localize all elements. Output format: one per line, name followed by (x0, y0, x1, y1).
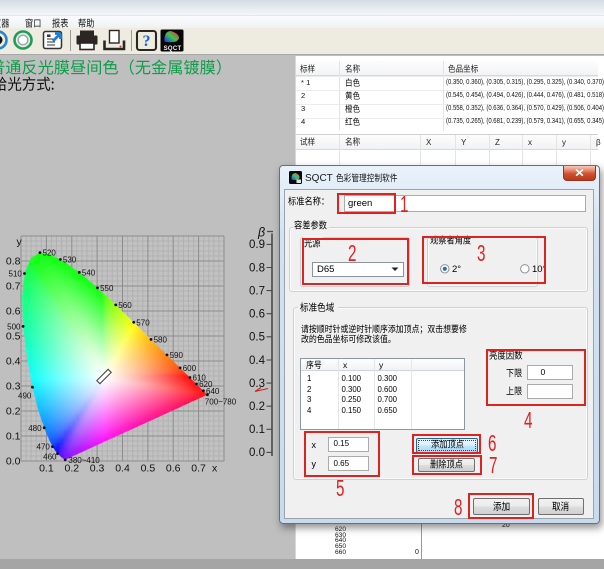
svg-text:580: 580 (154, 335, 168, 344)
svg-text:600: 600 (183, 364, 197, 373)
svg-text:0.3: 0.3 (90, 463, 105, 475)
svg-text:0.6: 0.6 (6, 306, 21, 318)
svg-text:0.8: 0.8 (6, 256, 21, 268)
svg-text:0.1: 0.1 (6, 431, 21, 443)
svg-text:640: 640 (206, 387, 220, 396)
svg-text:0.2: 0.2 (249, 401, 265, 413)
svg-text:y: y (17, 236, 23, 248)
svg-text:0.5: 0.5 (6, 331, 21, 343)
svg-text:0.7: 0.7 (249, 285, 265, 297)
svg-text:520: 520 (43, 249, 57, 258)
svg-text:x: x (212, 463, 218, 475)
svg-text:0.1: 0.1 (249, 424, 265, 436)
svg-text:590: 590 (170, 351, 184, 360)
svg-text:0.1: 0.1 (39, 463, 54, 475)
svg-text:550: 550 (100, 284, 114, 293)
svg-text:530: 530 (63, 256, 77, 265)
svg-text:SQCT: SQCT (164, 46, 182, 52)
svg-text:470: 470 (37, 443, 51, 452)
svg-text:480: 480 (28, 424, 42, 433)
svg-text:560: 560 (118, 301, 132, 310)
svg-text:0.0: 0.0 (249, 447, 265, 459)
svg-text:570: 570 (136, 318, 150, 327)
svg-text:0.7: 0.7 (6, 281, 21, 293)
svg-text:510: 510 (9, 270, 23, 279)
svg-text:0.6: 0.6 (166, 463, 181, 475)
svg-text:0.9: 0.9 (249, 239, 265, 251)
svg-text:0.5: 0.5 (141, 463, 156, 475)
svg-text:0.2: 0.2 (64, 463, 79, 475)
svg-text:0.3: 0.3 (249, 378, 265, 390)
svg-text:0.4: 0.4 (6, 356, 21, 368)
svg-text:0.4: 0.4 (115, 463, 130, 475)
svg-text:0.4: 0.4 (249, 355, 266, 367)
svg-text:0.6: 0.6 (249, 309, 265, 321)
svg-text:0.7: 0.7 (191, 463, 206, 475)
svg-text:490: 490 (18, 392, 32, 401)
svg-text:0.0: 0.0 (6, 456, 21, 468)
svg-text:0.3: 0.3 (6, 381, 21, 393)
svg-text:540: 540 (82, 268, 96, 277)
svg-text:460: 460 (43, 453, 57, 462)
svg-text:?: ? (143, 33, 151, 50)
svg-text:700~780: 700~780 (205, 398, 237, 407)
svg-text:β: β (257, 226, 265, 240)
svg-text:0.2: 0.2 (6, 406, 21, 418)
svg-text:0.8: 0.8 (249, 262, 265, 274)
svg-text:0.5: 0.5 (249, 332, 265, 344)
